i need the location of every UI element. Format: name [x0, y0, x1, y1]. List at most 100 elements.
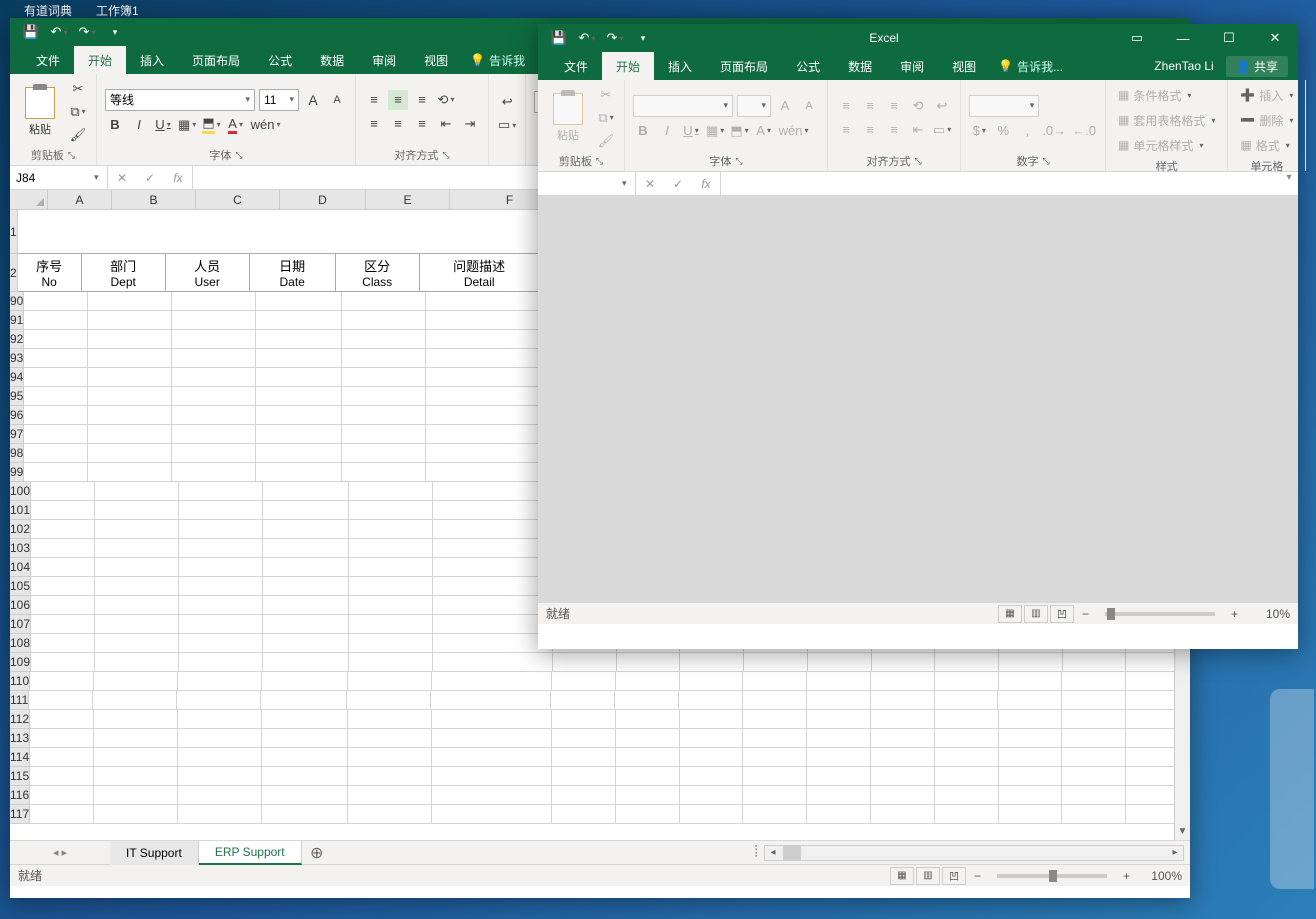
enter-icon[interactable]: ✓ [136, 171, 164, 185]
cell[interactable] [31, 558, 95, 577]
cell[interactable] [88, 406, 172, 425]
cell[interactable] [999, 653, 1063, 672]
cell[interactable] [807, 748, 871, 767]
cell[interactable] [179, 634, 263, 653]
cell[interactable] [807, 672, 871, 691]
cell[interactable] [172, 330, 256, 349]
cell[interactable] [172, 368, 256, 387]
row-header[interactable]: 95 [10, 387, 24, 406]
cell[interactable] [172, 292, 256, 311]
cell[interactable] [88, 311, 172, 330]
cell[interactable] [616, 748, 680, 767]
select-all-button[interactable] [10, 190, 48, 209]
cell[interactable] [179, 501, 263, 520]
cell[interactable] [179, 539, 263, 558]
cell[interactable] [871, 691, 935, 710]
row-header[interactable]: 97 [10, 425, 24, 444]
header-cell[interactable]: 日期Date [250, 254, 336, 292]
bold-button[interactable]: B [105, 115, 125, 135]
cell[interactable] [95, 634, 179, 653]
zoom-out-button[interactable]: − [1076, 607, 1095, 621]
row-header[interactable]: 107 [10, 615, 31, 634]
cell[interactable] [24, 387, 88, 406]
tab-data[interactable]: 数据 [306, 46, 358, 74]
cell[interactable] [433, 482, 553, 501]
normal-view-icon[interactable]: ▦ [890, 867, 914, 885]
redo-icon[interactable]: ↷▾ [76, 21, 98, 43]
row-header[interactable]: 1 [10, 210, 18, 254]
cell[interactable] [179, 520, 263, 539]
cell[interactable] [432, 767, 552, 786]
cell[interactable] [24, 330, 88, 349]
copy-icon[interactable]: ⧉▾ [68, 102, 88, 122]
cell[interactable] [999, 748, 1063, 767]
underline-button[interactable]: U▾ [153, 115, 173, 135]
wrap-text-icon[interactable]: ↩ [497, 92, 517, 112]
row-header[interactable]: 108 [10, 634, 31, 653]
cell[interactable] [743, 672, 807, 691]
cell[interactable] [256, 387, 342, 406]
borders-icon[interactable]: ▦▾ [177, 115, 197, 135]
tab-formulas[interactable]: 公式 [254, 46, 306, 74]
cell[interactable] [679, 691, 743, 710]
cell[interactable] [263, 596, 349, 615]
cell[interactable] [743, 691, 807, 710]
cell[interactable] [552, 786, 616, 805]
header-cell[interactable]: 人员User [166, 254, 250, 292]
cell[interactable] [24, 368, 88, 387]
new-sheet-button[interactable]: ⊕ [302, 843, 332, 863]
cell[interactable] [342, 349, 426, 368]
cell[interactable] [172, 387, 256, 406]
tell-me[interactable]: 💡 告诉我 [462, 46, 525, 74]
phonetic-icon[interactable]: wén▾ [250, 115, 282, 135]
cell[interactable] [1062, 786, 1126, 805]
cell[interactable] [349, 539, 433, 558]
cell[interactable] [178, 786, 262, 805]
cell[interactable] [256, 349, 342, 368]
cell[interactable] [935, 729, 999, 748]
cell[interactable] [30, 805, 94, 824]
cell[interactable] [342, 444, 426, 463]
increase-font-icon[interactable]: A [303, 90, 323, 110]
cell[interactable] [88, 349, 172, 368]
tab-page-layout[interactable]: 页面布局 [706, 52, 782, 80]
cell[interactable] [551, 691, 615, 710]
cell[interactable] [744, 653, 808, 672]
cell[interactable] [871, 786, 935, 805]
cell[interactable] [342, 311, 426, 330]
cell[interactable] [349, 520, 433, 539]
cell[interactable] [179, 577, 263, 596]
cell[interactable] [348, 672, 432, 691]
cell[interactable] [179, 596, 263, 615]
cell[interactable] [342, 425, 426, 444]
cell[interactable] [31, 482, 95, 501]
cell[interactable] [94, 729, 178, 748]
cell[interactable] [552, 710, 616, 729]
cell[interactable] [349, 615, 433, 634]
cell[interactable] [616, 767, 680, 786]
cell[interactable] [616, 672, 680, 691]
cell[interactable] [935, 748, 999, 767]
row-header[interactable]: 111 [10, 691, 29, 710]
row-header[interactable]: 109 [10, 653, 31, 672]
qat-customize-icon[interactable]: ▾ [104, 21, 126, 43]
cell[interactable] [24, 463, 88, 482]
tab-view[interactable]: 视图 [410, 46, 462, 74]
cell[interactable] [616, 710, 680, 729]
cell[interactable] [178, 729, 262, 748]
cell[interactable] [24, 311, 88, 330]
cell[interactable] [24, 349, 88, 368]
cell[interactable] [172, 349, 256, 368]
cell[interactable] [256, 311, 342, 330]
cell[interactable] [680, 786, 744, 805]
cell[interactable] [349, 596, 433, 615]
cell[interactable] [349, 501, 433, 520]
decrease-font-icon[interactable]: A [327, 90, 347, 110]
cell[interactable] [262, 767, 348, 786]
cell[interactable] [552, 805, 616, 824]
cell[interactable] [680, 672, 744, 691]
cell[interactable] [807, 710, 871, 729]
cell[interactable] [433, 634, 553, 653]
align-top-icon[interactable]: ≡ [364, 90, 384, 110]
align-left-icon[interactable]: ≡ [364, 114, 384, 134]
